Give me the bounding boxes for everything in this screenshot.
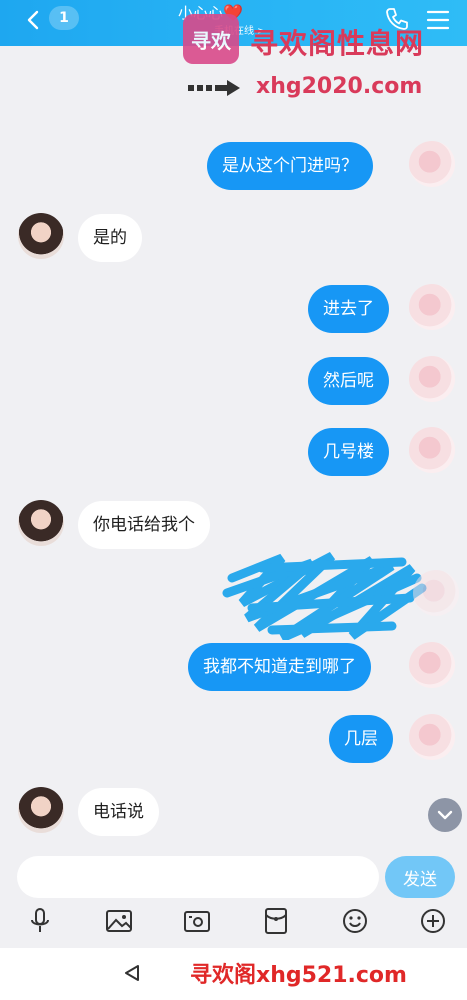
- incoming-message[interactable]: 电话说: [78, 788, 159, 836]
- outgoing-message[interactable]: 进去了: [308, 285, 389, 333]
- microphone-icon[interactable]: [25, 906, 55, 936]
- my-avatar[interactable]: [409, 714, 455, 760]
- menu-icon[interactable]: [425, 8, 451, 32]
- my-avatar[interactable]: [409, 141, 455, 187]
- redacted-scribble: [222, 552, 427, 640]
- scroll-to-bottom-button[interactable]: [428, 798, 462, 832]
- outgoing-message[interactable]: 几号楼: [308, 428, 389, 476]
- incoming-message[interactable]: 是的: [78, 214, 142, 262]
- contact-avatar[interactable]: [18, 787, 64, 833]
- incoming-message[interactable]: 你电话给我个: [78, 501, 210, 549]
- my-avatar[interactable]: [409, 427, 455, 473]
- nav-back-icon[interactable]: [122, 963, 142, 983]
- message-input[interactable]: [17, 856, 379, 898]
- my-avatar[interactable]: [413, 570, 459, 616]
- outgoing-message[interactable]: 是从这个门进吗？: [207, 142, 373, 190]
- unread-count-badge[interactable]: 1: [49, 6, 79, 30]
- contact-avatar[interactable]: [18, 213, 64, 259]
- back-chevron-icon[interactable]: [22, 8, 46, 32]
- send-button[interactable]: 发送: [385, 856, 455, 898]
- outgoing-message[interactable]: 然后呢: [308, 357, 389, 405]
- plus-icon[interactable]: [418, 906, 448, 936]
- image-icon[interactable]: [104, 906, 134, 936]
- emoji-icon[interactable]: [340, 906, 370, 936]
- outgoing-message[interactable]: 几层: [329, 715, 393, 763]
- watermark-url: xhg2020.com: [256, 74, 423, 99]
- outgoing-message[interactable]: 我都不知道走到哪了: [188, 643, 371, 691]
- camera-icon[interactable]: [182, 906, 212, 936]
- red-packet-icon[interactable]: [261, 906, 291, 936]
- my-avatar[interactable]: [409, 642, 455, 688]
- my-avatar[interactable]: [409, 284, 455, 330]
- chevron-down-icon: [437, 810, 453, 820]
- bottom-watermark: 寻欢阁xhg521.com: [190, 963, 407, 988]
- watermark-arrow-icon: [188, 80, 240, 96]
- contact-avatar[interactable]: [18, 500, 64, 546]
- watermark-title: 寻欢阁性息网: [250, 27, 425, 60]
- watermark-logo: 寻欢: [183, 14, 239, 64]
- my-avatar[interactable]: [409, 356, 455, 402]
